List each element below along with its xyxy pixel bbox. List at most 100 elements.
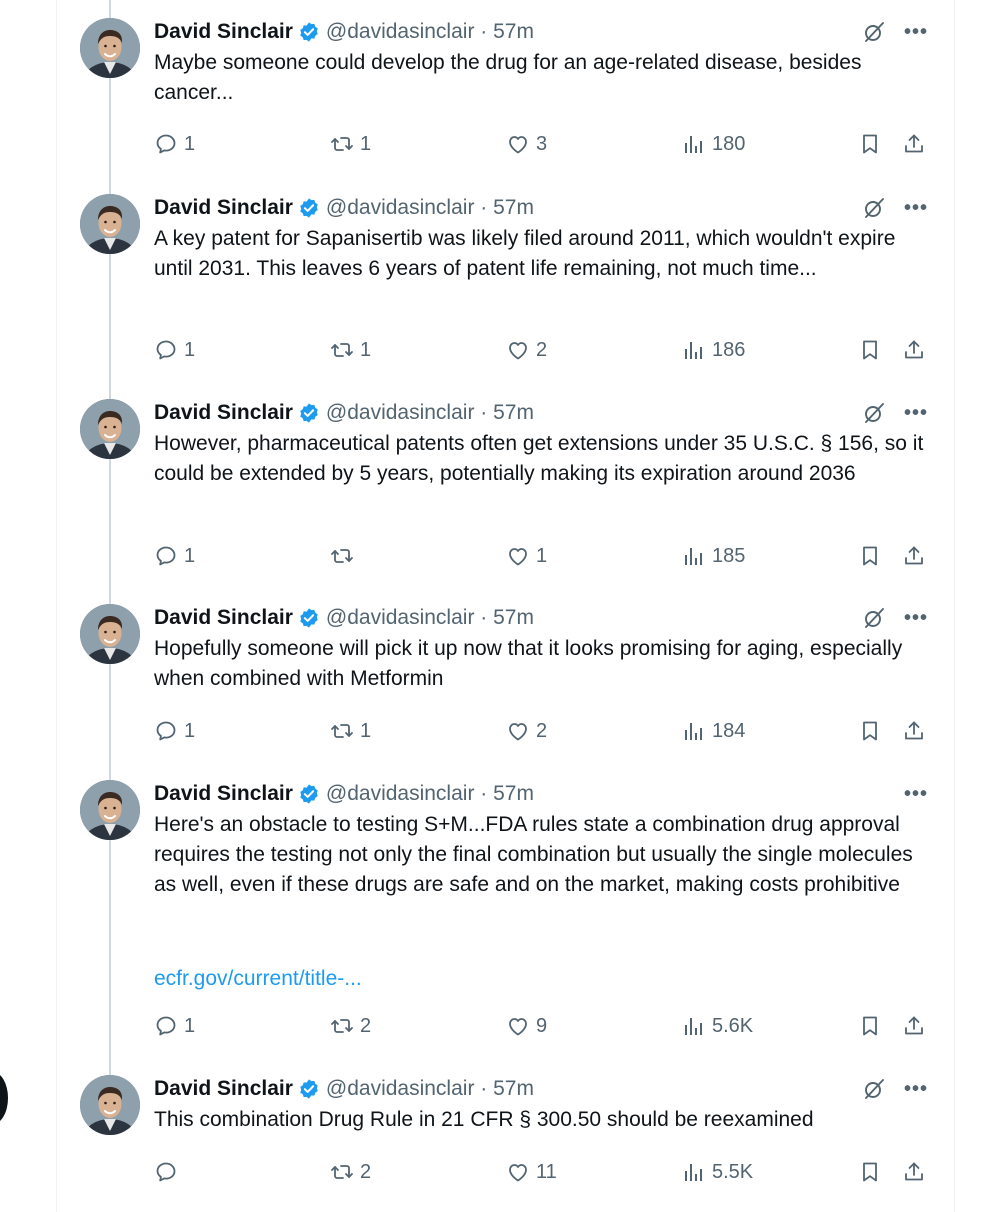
tweet-header: David Sinclair @davidasinclair · 57m: [154, 399, 534, 427]
grok-icon[interactable]: [862, 1077, 886, 1101]
avatar[interactable]: [80, 1075, 140, 1135]
author-name[interactable]: David Sinclair: [154, 20, 293, 44]
views-button[interactable]: 186: [682, 335, 745, 365]
views-icon: [682, 1160, 706, 1184]
avatar[interactable]: [80, 194, 140, 254]
author-name[interactable]: David Sinclair: [154, 401, 293, 425]
heart-icon: [506, 719, 530, 743]
author-name[interactable]: David Sinclair: [154, 196, 293, 220]
reply-button[interactable]: 1: [154, 335, 195, 365]
tweet[interactable]: David Sinclair @davidasinclair · 57m ••• A …: [80, 194, 954, 384]
reply-icon: [154, 338, 178, 362]
like-button[interactable]: 3: [506, 129, 547, 159]
tweet-timestamp[interactable]: 57m: [493, 20, 534, 44]
views-button[interactable]: 185: [682, 541, 745, 571]
tweet-link[interactable]: ecfr.gov/current/title-...: [154, 967, 362, 991]
share-button[interactable]: [902, 129, 926, 159]
reply-count: 1: [184, 544, 196, 567]
like-button[interactable]: 2: [506, 335, 547, 365]
author-handle[interactable]: @davidasinclair: [326, 196, 475, 220]
more-icon[interactable]: •••: [904, 403, 928, 423]
views-button[interactable]: 5.6K: [682, 1011, 753, 1041]
tweet[interactable]: David Sinclair @davidasinclair · 57m ••• Ho…: [80, 399, 954, 590]
tweet[interactable]: David Sinclair @davidasinclair · 57m ••• Ma…: [80, 18, 954, 178]
views-button[interactable]: 180: [682, 129, 745, 159]
author-name[interactable]: David Sinclair: [154, 1077, 293, 1101]
like-button[interactable]: 2: [506, 716, 547, 746]
reply-button[interactable]: 1: [154, 1011, 195, 1041]
bookmark-icon: [858, 338, 882, 362]
reply-button[interactable]: 1: [154, 716, 195, 746]
bookmark-button[interactable]: [858, 129, 882, 159]
tweet-timestamp[interactable]: 57m: [493, 196, 534, 220]
views-button[interactable]: 184: [682, 716, 745, 746]
views-count: 5.5K: [712, 1160, 754, 1183]
more-icon[interactable]: •••: [904, 608, 928, 628]
grok-icon[interactable]: [862, 401, 886, 425]
retweet-button[interactable]: 1: [330, 129, 371, 159]
avatar[interactable]: [80, 780, 140, 840]
tweet-timestamp[interactable]: 57m: [493, 401, 534, 425]
bookmark-button[interactable]: [858, 1011, 882, 1041]
grok-icon[interactable]: [862, 606, 886, 630]
tweet-header: David Sinclair @davidasinclair · 57m: [154, 18, 534, 46]
retweet-button[interactable]: 1: [330, 716, 371, 746]
share-button[interactable]: [902, 541, 926, 571]
grok-icon[interactable]: [862, 20, 886, 44]
more-icon[interactable]: •••: [904, 22, 928, 42]
more-icon[interactable]: •••: [904, 198, 928, 218]
separator-dot: ·: [474, 606, 494, 629]
retweet-button[interactable]: 2: [330, 1011, 371, 1041]
avatar[interactable]: [80, 18, 140, 78]
reply-button[interactable]: 1: [154, 129, 195, 159]
reply-button[interactable]: [154, 1157, 184, 1187]
tweet[interactable]: David Sinclair @davidasinclair · 57m ••• He…: [80, 780, 954, 1060]
author-name[interactable]: David Sinclair: [154, 606, 293, 630]
author-name[interactable]: David Sinclair: [154, 782, 293, 806]
share-button[interactable]: [902, 716, 926, 746]
retweet-button[interactable]: [330, 541, 360, 571]
grok-icon[interactable]: [862, 196, 886, 220]
verified-badge-icon: [298, 402, 320, 424]
author-handle[interactable]: @davidasinclair: [326, 401, 475, 425]
bookmark-icon: [858, 1160, 882, 1184]
like-button[interactable]: 1: [506, 541, 547, 571]
author-handle[interactable]: @davidasinclair: [326, 1077, 475, 1101]
bookmark-button[interactable]: [858, 335, 882, 365]
tweet-text: A key patent for Sapanisertib was likely…: [154, 227, 896, 280]
like-count: 2: [536, 338, 548, 361]
bookmark-button[interactable]: [858, 716, 882, 746]
views-icon: [682, 338, 706, 362]
retweet-button[interactable]: 1: [330, 335, 371, 365]
tweet[interactable]: David Sinclair @davidasinclair · 57m ••• Th…: [80, 1075, 954, 1206]
author-handle[interactable]: @davidasinclair: [326, 782, 475, 806]
verified-badge-icon: [298, 1078, 320, 1100]
retweet-button[interactable]: 2: [330, 1157, 371, 1187]
author-handle[interactable]: @davidasinclair: [326, 606, 475, 630]
reply-button[interactable]: 1: [154, 541, 195, 571]
more-icon[interactable]: •••: [904, 1079, 928, 1099]
share-button[interactable]: [902, 1011, 926, 1041]
author-handle[interactable]: @davidasinclair: [326, 20, 475, 44]
bookmark-button[interactable]: [858, 541, 882, 571]
tweet-timestamp[interactable]: 57m: [493, 782, 534, 806]
more-icon[interactable]: •••: [904, 784, 928, 804]
views-button[interactable]: 5.5K: [682, 1157, 753, 1187]
tweet-timestamp[interactable]: 57m: [493, 606, 534, 630]
share-button[interactable]: [902, 1157, 926, 1187]
tweet-header: David Sinclair @davidasinclair · 57m: [154, 194, 534, 222]
avatar[interactable]: [80, 604, 140, 664]
share-icon: [902, 544, 926, 568]
tweet-actions: 1 1 2 186: [154, 335, 934, 365]
bookmark-button[interactable]: [858, 1157, 882, 1187]
reply-icon: [154, 544, 178, 568]
like-button[interactable]: 9: [506, 1011, 547, 1041]
retweet-count: 2: [360, 1014, 372, 1037]
retweet-icon: [330, 1160, 354, 1184]
avatar[interactable]: [80, 399, 140, 459]
tweet[interactable]: David Sinclair @davidasinclair · 57m ••• Ho…: [80, 604, 954, 765]
share-button[interactable]: [902, 335, 926, 365]
views-icon: [682, 544, 706, 568]
tweet-timestamp[interactable]: 57m: [493, 1077, 534, 1101]
like-button[interactable]: 11: [506, 1157, 557, 1187]
